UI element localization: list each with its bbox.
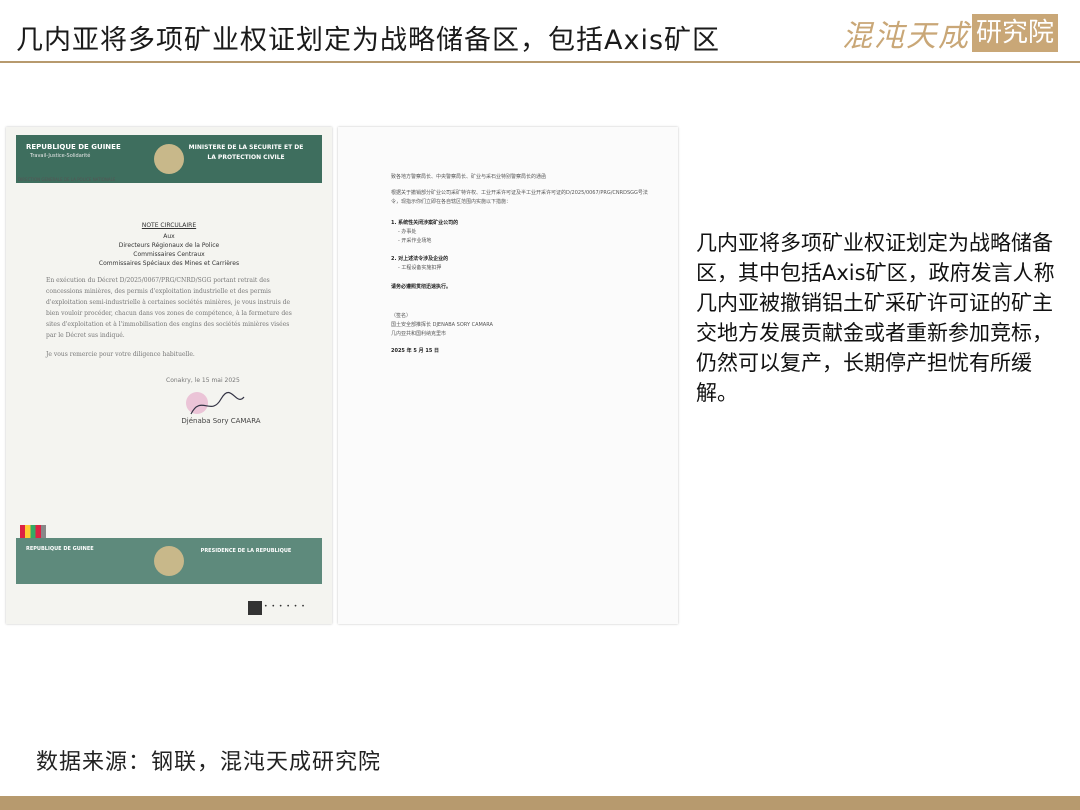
page-title: 几内亚将多项矿业权证划定为战略储备区，包括Axis矿区 [16,25,721,56]
aux-label: Aux [163,233,175,240]
circular-paragraph: En exécution du Décret D/2025/0067/PRG/C… [46,277,292,339]
signature-mark [190,391,245,415]
footer-left-text: REPUBLIQUE DE GUINEE [26,546,94,552]
chinese-translation-document: 致各地方警察局长、中央警察局长、矿业与采石业特别警察局长的通函 根据关于撤销部分… [338,127,678,624]
circular-closing: Je vous remercie pour votre diligence ha… [46,351,195,358]
measure-1a: - 办事处 [398,229,417,235]
measure-2a: - 工程设备实施扣押 [398,265,442,271]
french-circular-document: REPUBLIQUE DE GUINEE Travail-Justice-Sol… [6,127,332,624]
direction-line: DIRECTION GENERALE DE LA POLICE NATIONAL… [18,177,116,182]
logo-script: 混沌天成 [841,19,970,54]
qr-code [248,601,262,615]
footer-right-text: PRESIDENCE DE LA REPUBLIQUE [200,548,292,554]
dotted-marker: • • • • • • [264,603,306,610]
measure-1: 1. 系统性关闭涉案矿业公司的 [391,220,459,226]
band-left-subtext: Travail-Justice-Solidarité [30,153,91,159]
document-header-band: REPUBLIQUE DE GUINEE Travail-Justice-Sol… [16,135,322,183]
translated-signatory: 国土安全部推挥长 DJENABA SORY CAMARA [391,322,493,328]
summary-note: 几内亚将多项矿业权证划定为战略储备区，其中包括Axis矿区，政府发言人称几内亚被… [696,231,1055,405]
city-date: Conakry, le 15 mai 2025 [166,377,240,384]
execution-instruction: 请务必遵照贯彻迅速执行。 [391,284,452,290]
top-divider [0,61,1080,63]
translation-body: 根据关于撤销部分矿业公司采矿特许权、工业开采许可证及半工业开采许可证的D/202… [391,190,648,205]
measure-2: 2. 对上述法令涉及企业的 [391,256,449,262]
recipient-1: Directeurs Régionaux de la Police [118,242,220,249]
translated-date: 2025 年 5 月 15 日 [391,348,440,354]
translation-heading: 致各地方警察局长、中央警察局长、矿业与采石业特别警察局长的通函 [391,174,547,180]
brand-logo: 混沌天成 研究院 [842,12,1058,54]
seal-emblem [154,144,184,174]
recipient-3: Commissaires Spéciaux des Mines et Carri… [98,260,240,267]
translated-signatory-title: 几内亚共和国利纳克里市 [391,331,447,337]
data-source: 数据来源：钢联，混沌天成研究院 [36,750,382,775]
note-title: NOTE CIRCULAIRE [141,222,197,229]
band-right-text: MINISTERE DE LA SECURITE ET DE LA PROTEC… [188,144,304,161]
logo-box: 研究院 [971,14,1058,52]
recipient-2: Commissaires Centraux [133,251,205,258]
bottom-bar [0,796,1080,810]
band-left-text: REPUBLIQUE DE GUINEE [26,143,121,151]
footer-seal [154,546,184,576]
flag-colors-mark [20,525,46,539]
signatory-name: Djénaba Sory CAMARA [181,417,261,425]
signature-label: （签名） [391,313,412,319]
measure-1b: - 开采作业场地 [398,238,432,244]
document-footer-band: REPUBLIQUE DE GUINEE PRESIDENCE DE LA RE… [16,538,322,584]
